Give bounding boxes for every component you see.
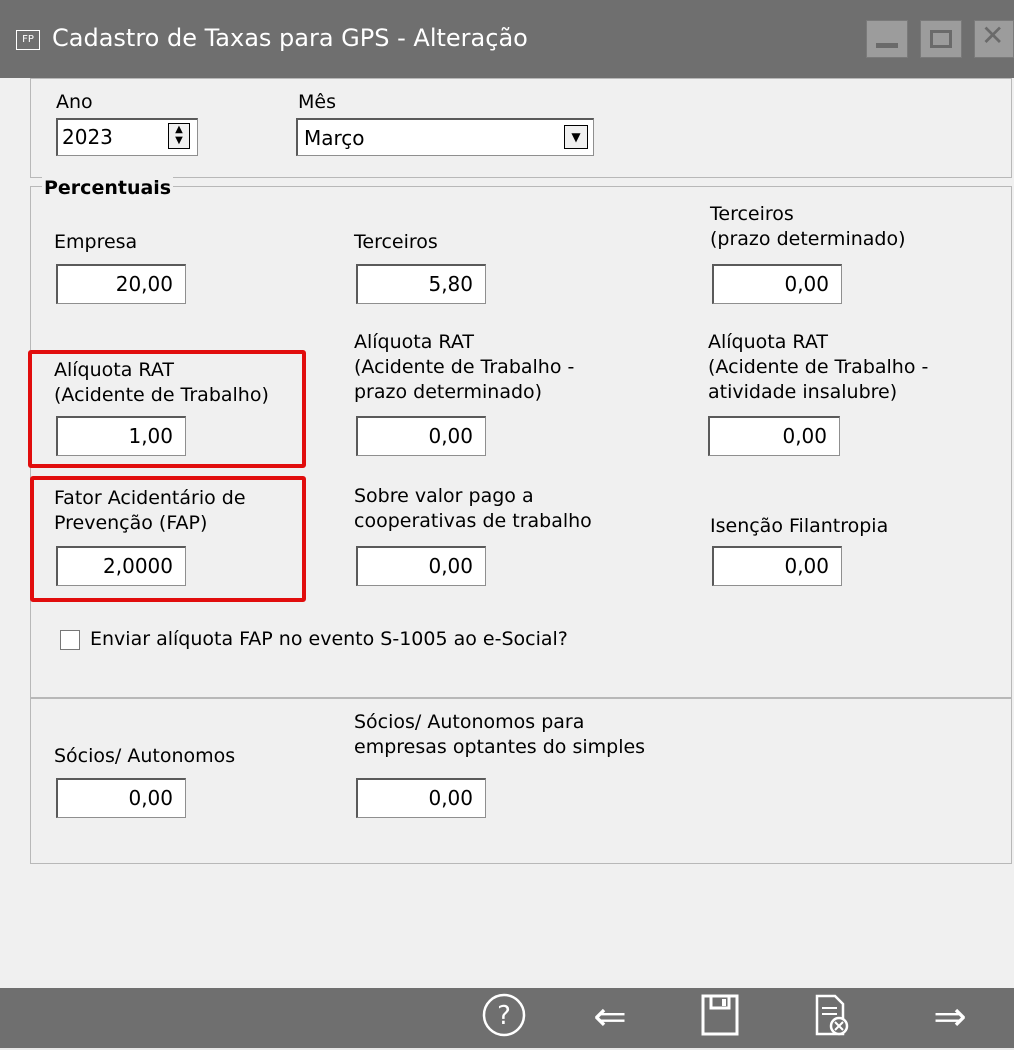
fap-highlight-box — [30, 476, 306, 602]
cooperativas-label: Sobre valor pago a cooperativas de traba… — [354, 485, 592, 532]
empresa-label: Empresa — [54, 231, 138, 253]
minimize-icon — [876, 30, 898, 48]
form-content: Ano 2023 ▲ ▼ Mês Março ▼ Percentuais Empr… — [8, 78, 1014, 988]
minimize-button[interactable] — [866, 20, 908, 58]
arrow-right-icon: ⇒ — [933, 994, 967, 1040]
save-button[interactable] — [690, 992, 750, 1050]
empresa-field[interactable]: 20,00 — [56, 264, 186, 304]
socios-simples-field[interactable]: 0,00 — [356, 778, 486, 818]
ano-spin-button[interactable]: ▲ ▼ — [168, 123, 190, 149]
ano-label: Ano — [56, 91, 93, 113]
terceiros-field[interactable]: 5,80 — [356, 264, 486, 304]
close-icon: ✕ — [981, 19, 1005, 52]
cancel-button[interactable] — [800, 992, 860, 1050]
rat-highlight-box — [28, 350, 306, 468]
close-button[interactable]: ✕ — [974, 20, 1014, 58]
rat-insalubre-label: Alíquota RAT (Acidente de Trabalho - ati… — [708, 331, 929, 403]
svg-text:?: ? — [497, 1001, 511, 1031]
terceiros-prazo-field[interactable]: 0,00 — [712, 264, 842, 304]
terceiros-prazo-label: Terceiros (prazo determinado) — [710, 203, 906, 250]
rat-prazo-field[interactable]: 0,00 — [356, 416, 486, 456]
help-icon: ? — [482, 993, 526, 1037]
mes-label: Mês — [298, 91, 336, 113]
isencao-label: Isenção Filantropia — [710, 515, 889, 537]
terceiros-label: Terceiros — [354, 231, 438, 253]
socios-simples-label: Sócios/ Autonomos para empresas optantes… — [354, 711, 646, 758]
title-bar[interactable]: FP Cadastro de Taxas para GPS - Alteraçã… — [0, 0, 1014, 78]
prev-button[interactable]: ⇐ — [580, 992, 640, 1042]
app-icon: FP — [16, 30, 40, 50]
next-button[interactable]: ⇒ — [920, 992, 980, 1042]
socios-label: Sócios/ Autonomos — [54, 745, 236, 767]
gps-rates-window: FP Cadastro de Taxas para GPS - Alteraçã… — [0, 0, 1014, 1048]
enviar-fap-checkbox[interactable] — [60, 630, 80, 650]
socios-field[interactable]: 0,00 — [56, 778, 186, 818]
help-button[interactable]: ? — [474, 992, 534, 1050]
enviar-fap-label[interactable]: Enviar alíquota FAP no evento S-1005 ao … — [90, 627, 568, 652]
save-icon — [701, 994, 739, 1036]
window-title: Cadastro de Taxas para GPS - Alteração — [52, 24, 528, 52]
maximize-icon — [930, 30, 952, 48]
rat-insalubre-field[interactable]: 0,00 — [708, 416, 840, 456]
mes-select[interactable]: Março — [296, 118, 594, 156]
percentuais-group-title: Percentuais — [42, 176, 174, 201]
rat-prazo-label: Alíquota RAT (Acidente de Trabalho - pra… — [354, 331, 575, 403]
mes-dropdown-arrow-icon[interactable]: ▼ — [564, 125, 588, 149]
maximize-button[interactable] — [920, 20, 962, 58]
cancel-document-icon — [815, 994, 849, 1036]
cooperativas-field[interactable]: 0,00 — [356, 546, 486, 586]
isencao-field[interactable]: 0,00 — [712, 546, 842, 586]
bottom-toolbar: ? ⇐ ⇒ — [0, 988, 1014, 1048]
arrow-left-icon: ⇐ — [593, 994, 627, 1040]
